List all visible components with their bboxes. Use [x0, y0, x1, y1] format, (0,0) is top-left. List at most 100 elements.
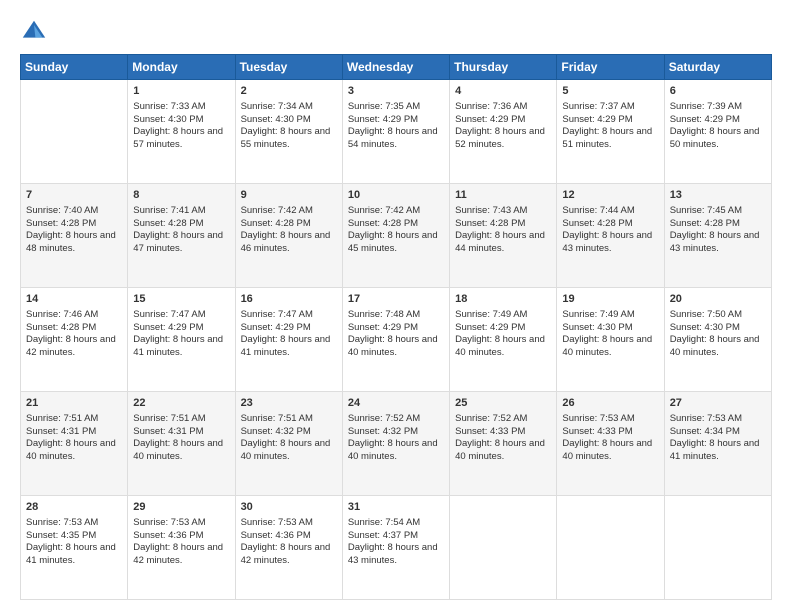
- calendar-header-wednesday: Wednesday: [342, 55, 449, 80]
- calendar-cell: 24Sunrise: 7:52 AMSunset: 4:32 PMDayligh…: [342, 392, 449, 496]
- calendar-cell: 16Sunrise: 7:47 AMSunset: 4:29 PMDayligh…: [235, 288, 342, 392]
- sunrise-text: Sunrise: 7:48 AM: [348, 309, 444, 322]
- sunset-text: Sunset: 4:28 PM: [26, 218, 122, 231]
- day-number: 5: [562, 84, 658, 99]
- calendar-cell: 21Sunrise: 7:51 AMSunset: 4:31 PMDayligh…: [21, 392, 128, 496]
- sunset-text: Sunset: 4:34 PM: [670, 426, 766, 439]
- calendar-cell: [21, 80, 128, 184]
- day-number: 19: [562, 292, 658, 307]
- calendar-cell: 23Sunrise: 7:51 AMSunset: 4:32 PMDayligh…: [235, 392, 342, 496]
- calendar-cell: 8Sunrise: 7:41 AMSunset: 4:28 PMDaylight…: [128, 184, 235, 288]
- sunrise-text: Sunrise: 7:34 AM: [241, 101, 337, 114]
- sunset-text: Sunset: 4:29 PM: [241, 322, 337, 335]
- day-number: 22: [133, 396, 229, 411]
- calendar-week-row: 21Sunrise: 7:51 AMSunset: 4:31 PMDayligh…: [21, 392, 772, 496]
- sunset-text: Sunset: 4:28 PM: [455, 218, 551, 231]
- daylight-text: Daylight: 8 hours and 40 minutes.: [348, 334, 444, 360]
- daylight-text: Daylight: 8 hours and 40 minutes.: [26, 438, 122, 464]
- daylight-text: Daylight: 8 hours and 41 minutes.: [26, 542, 122, 568]
- daylight-text: Daylight: 8 hours and 50 minutes.: [670, 126, 766, 152]
- daylight-text: Daylight: 8 hours and 48 minutes.: [26, 230, 122, 256]
- day-number: 12: [562, 188, 658, 203]
- daylight-text: Daylight: 8 hours and 40 minutes.: [133, 438, 229, 464]
- calendar-cell: 20Sunrise: 7:50 AMSunset: 4:30 PMDayligh…: [664, 288, 771, 392]
- daylight-text: Daylight: 8 hours and 41 minutes.: [133, 334, 229, 360]
- calendar-header-saturday: Saturday: [664, 55, 771, 80]
- sunset-text: Sunset: 4:29 PM: [348, 114, 444, 127]
- calendar-cell: 27Sunrise: 7:53 AMSunset: 4:34 PMDayligh…: [664, 392, 771, 496]
- daylight-text: Daylight: 8 hours and 45 minutes.: [348, 230, 444, 256]
- sunset-text: Sunset: 4:36 PM: [133, 530, 229, 543]
- sunset-text: Sunset: 4:28 PM: [348, 218, 444, 231]
- daylight-text: Daylight: 8 hours and 43 minutes.: [670, 230, 766, 256]
- sunrise-text: Sunrise: 7:44 AM: [562, 205, 658, 218]
- calendar-cell: 22Sunrise: 7:51 AMSunset: 4:31 PMDayligh…: [128, 392, 235, 496]
- calendar-cell: 6Sunrise: 7:39 AMSunset: 4:29 PMDaylight…: [664, 80, 771, 184]
- sunrise-text: Sunrise: 7:43 AM: [455, 205, 551, 218]
- calendar-cell: 10Sunrise: 7:42 AMSunset: 4:28 PMDayligh…: [342, 184, 449, 288]
- sunrise-text: Sunrise: 7:51 AM: [26, 413, 122, 426]
- sunrise-text: Sunrise: 7:39 AM: [670, 101, 766, 114]
- calendar-cell: 1Sunrise: 7:33 AMSunset: 4:30 PMDaylight…: [128, 80, 235, 184]
- sunset-text: Sunset: 4:30 PM: [562, 322, 658, 335]
- calendar-cell: 12Sunrise: 7:44 AMSunset: 4:28 PMDayligh…: [557, 184, 664, 288]
- calendar-header-thursday: Thursday: [450, 55, 557, 80]
- daylight-text: Daylight: 8 hours and 40 minutes.: [670, 334, 766, 360]
- daylight-text: Daylight: 8 hours and 40 minutes.: [455, 438, 551, 464]
- day-number: 16: [241, 292, 337, 307]
- day-number: 14: [26, 292, 122, 307]
- day-number: 20: [670, 292, 766, 307]
- sunset-text: Sunset: 4:28 PM: [670, 218, 766, 231]
- day-number: 24: [348, 396, 444, 411]
- daylight-text: Daylight: 8 hours and 42 minutes.: [241, 542, 337, 568]
- sunrise-text: Sunrise: 7:51 AM: [241, 413, 337, 426]
- daylight-text: Daylight: 8 hours and 57 minutes.: [133, 126, 229, 152]
- sunset-text: Sunset: 4:28 PM: [133, 218, 229, 231]
- calendar-cell: 4Sunrise: 7:36 AMSunset: 4:29 PMDaylight…: [450, 80, 557, 184]
- sunrise-text: Sunrise: 7:41 AM: [133, 205, 229, 218]
- sunrise-text: Sunrise: 7:53 AM: [26, 517, 122, 530]
- day-number: 11: [455, 188, 551, 203]
- calendar-cell: 18Sunrise: 7:49 AMSunset: 4:29 PMDayligh…: [450, 288, 557, 392]
- sunset-text: Sunset: 4:30 PM: [133, 114, 229, 127]
- logo: [20, 18, 52, 46]
- daylight-text: Daylight: 8 hours and 54 minutes.: [348, 126, 444, 152]
- day-number: 2: [241, 84, 337, 99]
- daylight-text: Daylight: 8 hours and 42 minutes.: [133, 542, 229, 568]
- day-number: 23: [241, 396, 337, 411]
- daylight-text: Daylight: 8 hours and 40 minutes.: [455, 334, 551, 360]
- calendar-cell: 11 Sunrise: 7:43 AMSunset: 4:28 PMDayligh…: [450, 184, 557, 288]
- day-number: 4: [455, 84, 551, 99]
- calendar-cell: 9Sunrise: 7:42 AMSunset: 4:28 PMDaylight…: [235, 184, 342, 288]
- calendar-week-row: 28Sunrise: 7:53 AMSunset: 4:35 PMDayligh…: [21, 496, 772, 600]
- sunset-text: Sunset: 4:30 PM: [670, 322, 766, 335]
- calendar-cell: 25Sunrise: 7:52 AMSunset: 4:33 PMDayligh…: [450, 392, 557, 496]
- daylight-text: Daylight: 8 hours and 40 minutes.: [562, 334, 658, 360]
- page: SundayMondayTuesdayWednesdayThursdayFrid…: [0, 0, 792, 612]
- calendar-cell: 2Sunrise: 7:34 AMSunset: 4:30 PMDaylight…: [235, 80, 342, 184]
- daylight-text: Daylight: 8 hours and 40 minutes.: [348, 438, 444, 464]
- day-number: 26: [562, 396, 658, 411]
- logo-icon: [20, 18, 48, 46]
- sunset-text: Sunset: 4:29 PM: [562, 114, 658, 127]
- calendar-cell: 13Sunrise: 7:45 AMSunset: 4:28 PMDayligh…: [664, 184, 771, 288]
- sunrise-text: Sunrise: 7:33 AM: [133, 101, 229, 114]
- calendar-cell: 5Sunrise: 7:37 AMSunset: 4:29 PMDaylight…: [557, 80, 664, 184]
- sunrise-text: Sunrise: 7:53 AM: [241, 517, 337, 530]
- sunrise-text: Sunrise: 7:53 AM: [133, 517, 229, 530]
- sunrise-text: Sunrise: 7:53 AM: [562, 413, 658, 426]
- daylight-text: Daylight: 8 hours and 44 minutes.: [455, 230, 551, 256]
- calendar-cell: [557, 496, 664, 600]
- sunset-text: Sunset: 4:29 PM: [670, 114, 766, 127]
- calendar-cell: 19 Sunrise: 7:49 AMSunset: 4:30 PMDayligh…: [557, 288, 664, 392]
- calendar-cell: 26Sunrise: 7:53 AMSunset: 4:33 PMDayligh…: [557, 392, 664, 496]
- daylight-text: Daylight: 8 hours and 51 minutes.: [562, 126, 658, 152]
- day-number: 7: [26, 188, 122, 203]
- sunset-text: Sunset: 4:29 PM: [455, 322, 551, 335]
- day-number: 29: [133, 500, 229, 515]
- sunrise-text: Sunrise: 7:49 AM: [562, 309, 658, 322]
- calendar-week-row: 14Sunrise: 7:46 AMSunset: 4:28 PMDayligh…: [21, 288, 772, 392]
- sunrise-text: Sunrise: 7:46 AM: [26, 309, 122, 322]
- sunrise-text: Sunrise: 7:53 AM: [670, 413, 766, 426]
- calendar-cell: 28Sunrise: 7:53 AMSunset: 4:35 PMDayligh…: [21, 496, 128, 600]
